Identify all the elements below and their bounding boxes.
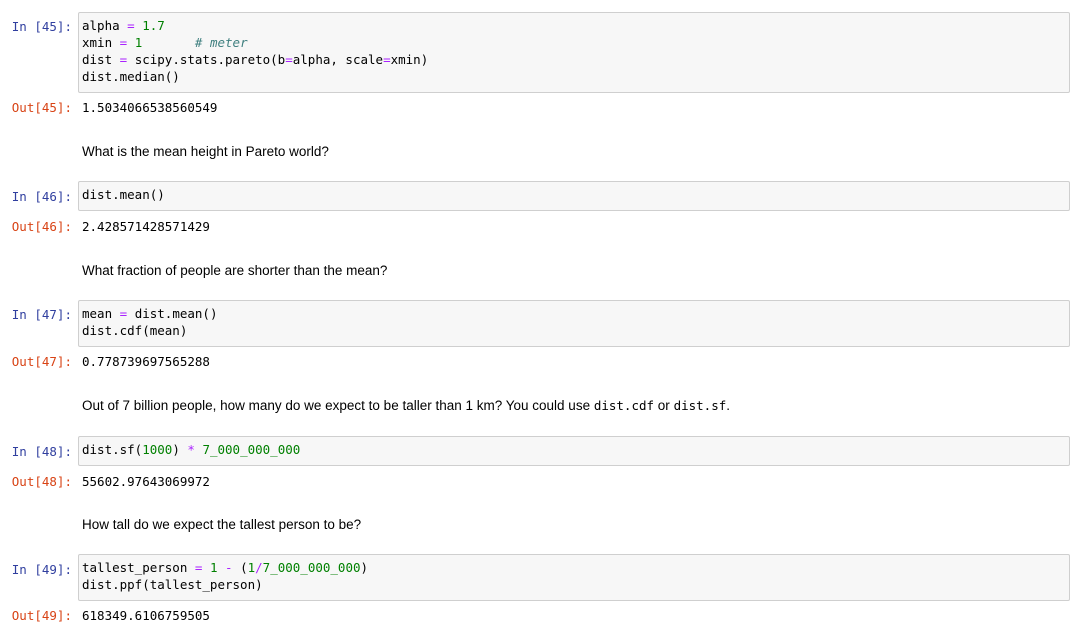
- code-line: dist.sf(1000) * 7_000_000_000: [82, 442, 301, 457]
- code-editor[interactable]: dist.sf(1000) * 7_000_000_000: [78, 436, 1070, 466]
- code-line: xmin = 1 # meter: [82, 35, 248, 50]
- output-prompt: Out[49]:: [11, 608, 72, 623]
- input-prompt: In [46]:: [11, 189, 72, 204]
- output-result: 618349.6106759505: [82, 608, 210, 623]
- inline-code: dist.cdf: [593, 398, 655, 413]
- code-editor[interactable]: tallest_person = 1 - (1/7_000_000_000) d…: [78, 554, 1070, 601]
- input-prompt: In [47]:: [11, 307, 72, 322]
- code-line: dist = scipy.stats.pareto(b=alpha, scale…: [82, 52, 429, 67]
- output-prompt: Out[47]:: [11, 354, 72, 369]
- markdown-text: Out of 7 billion people, how many do we …: [82, 398, 731, 413]
- output-result: 1.5034066538560549: [82, 100, 218, 115]
- code-line: mean = dist.mean(): [82, 306, 218, 321]
- code-editor[interactable]: mean = dist.mean() dist.cdf(mean): [78, 300, 1070, 347]
- code-line: dist.mean(): [82, 187, 165, 202]
- inline-code: dist.sf: [673, 398, 727, 413]
- notebook: In [45]: alpha = 1.7 xmin = 1 # meter di…: [0, 0, 1088, 640]
- input-prompt: In [45]:: [11, 19, 72, 34]
- code-line: tallest_person = 1 - (1/7_000_000_000): [82, 560, 369, 575]
- output-result: 2.428571428571429: [82, 219, 210, 234]
- output-prompt: Out[48]:: [11, 474, 72, 489]
- output-result: 55602.97643069972: [82, 474, 210, 489]
- output-result: 0.778739697565288: [82, 354, 210, 369]
- code-editor[interactable]: alpha = 1.7 xmin = 1 # meter dist = scip…: [78, 12, 1070, 93]
- code-line: dist.median(): [82, 69, 180, 84]
- markdown-text: How tall do we expect the tallest person…: [82, 517, 362, 532]
- input-prompt: In [48]:: [11, 444, 72, 459]
- input-prompt: In [49]:: [11, 562, 72, 577]
- markdown-text: What is the mean height in Pareto world?: [82, 144, 329, 159]
- code-editor[interactable]: dist.mean(): [78, 181, 1070, 211]
- output-prompt: Out[45]:: [11, 100, 72, 115]
- code-line: dist.cdf(mean): [82, 323, 188, 338]
- output-prompt: Out[46]:: [11, 219, 72, 234]
- code-line: dist.ppf(tallest_person): [82, 577, 263, 592]
- markdown-text: What fraction of people are shorter than…: [82, 263, 388, 278]
- code-line: alpha = 1.7: [82, 18, 165, 33]
